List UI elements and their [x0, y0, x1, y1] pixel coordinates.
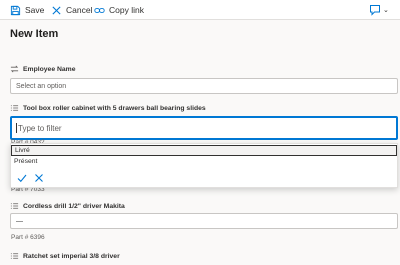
- copy-link-button[interactable]: Copy link: [94, 3, 144, 17]
- feedback-button[interactable]: ⌄: [369, 3, 389, 17]
- drill-value: —: [16, 218, 23, 225]
- drill-part-number: Part # 6396: [11, 234, 45, 241]
- dropdown-option[interactable]: Livré: [11, 145, 397, 156]
- command-bar: Save Cancel Copy link ⌄: [0, 0, 400, 20]
- copy-link-label: Copy link: [109, 5, 144, 15]
- drill-value-select[interactable]: —: [10, 213, 398, 229]
- close-icon: [52, 5, 61, 15]
- dropdown-actions: [17, 173, 51, 183]
- list-field-icon: [10, 105, 19, 111]
- feedback-icon: [370, 5, 380, 16]
- save-label: Save: [25, 5, 45, 15]
- cancel-button[interactable]: Cancel: [51, 3, 92, 17]
- save-button[interactable]: Save: [10, 3, 44, 17]
- ratchet-field-label: Ratchet set imperial 3/8 driver: [10, 252, 120, 260]
- link-icon: [94, 7, 105, 13]
- list-field-icon: [10, 253, 19, 259]
- toolbox-field-label-text: Tool box roller cabinet with 5 drawers b…: [23, 104, 206, 112]
- page-title: New Item: [10, 28, 59, 40]
- chevron-down-icon: ⌄: [383, 7, 389, 14]
- drill-field-label-text: Cordless drill 1/2" driver Makita: [23, 202, 125, 210]
- check-icon[interactable]: [17, 173, 27, 183]
- drill-field-label: Cordless drill 1/2" driver Makita: [10, 202, 125, 210]
- ratchet-field-label-text: Ratchet set imperial 3/8 driver: [23, 252, 120, 260]
- employee-name-placeholder: Select an option: [16, 83, 67, 90]
- dropdown-option[interactable]: Présent: [11, 157, 397, 168]
- filter-input[interactable]: Type to filter: [10, 116, 398, 140]
- close-icon[interactable]: [34, 173, 44, 183]
- employee-name-select[interactable]: Select an option: [10, 78, 398, 94]
- employee-name-label-text: Employee Name: [23, 65, 76, 73]
- text-cursor: [16, 123, 17, 133]
- toolbox-field-label: Tool box roller cabinet with 5 drawers b…: [10, 104, 206, 112]
- employee-name-label: Employee Name: [10, 65, 76, 73]
- save-icon: [10, 5, 21, 15]
- choice-field-icon: [10, 65, 19, 73]
- option-dropdown: Livré Présent: [10, 143, 398, 188]
- cancel-label: Cancel: [66, 5, 93, 15]
- list-field-icon: [10, 203, 19, 209]
- filter-placeholder: Type to filter: [18, 123, 62, 133]
